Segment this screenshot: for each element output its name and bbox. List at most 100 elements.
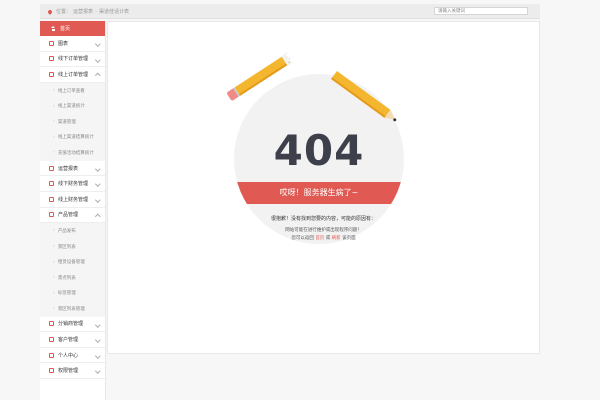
sidebar-section-label: 分销商管理	[58, 321, 84, 328]
user-icon	[49, 352, 54, 358]
sidebar-subitem-label: 景点列表	[57, 275, 76, 281]
sidebar-section-label: 客户管理	[58, 337, 79, 344]
refresh-link[interactable]: 刷新	[332, 236, 341, 241]
chevron-down-icon	[94, 41, 100, 47]
bullet-icon: ›	[53, 306, 55, 312]
sidebar-subitem-label: 景区列表管理	[57, 306, 85, 312]
home-icon	[51, 26, 56, 31]
sidebar-section-label: 运营报表	[58, 165, 79, 172]
monitor-icon	[49, 71, 54, 77]
sidebar-section-10[interactable]: 权限管理	[40, 363, 105, 380]
sidebar-section-label: 图表	[58, 40, 69, 47]
sidebar-section-label: 产品管理	[58, 212, 79, 219]
chevron-down-icon	[94, 197, 100, 203]
sidebar-subitem[interactable]: › 线上订单查看	[40, 82, 105, 99]
sidebar-section-6[interactable]: 产品管理	[40, 208, 105, 224]
permission-icon	[49, 368, 54, 374]
chevron-down-icon	[94, 56, 100, 62]
actions-suffix: 该页面	[342, 236, 356, 241]
chevron-down-icon	[94, 166, 100, 171]
sidebar-section-5[interactable]: 线上财务管理	[40, 192, 105, 208]
actions-prefix: 您可以返回	[291, 236, 314, 241]
bullet-icon: ›	[53, 259, 55, 265]
home-link[interactable]: 首页	[315, 236, 324, 241]
chevron-down-icon	[94, 321, 100, 327]
sidebar-section-7[interactable]: 分销商管理	[40, 317, 105, 333]
chevron-down-icon	[94, 337, 100, 343]
sidebar-subitem[interactable]: › 景区列表管理	[40, 301, 105, 317]
product-icon	[49, 212, 54, 218]
bullet-icon: ›	[53, 275, 55, 281]
chevron-up-icon	[94, 213, 100, 219]
bullet-icon: ›	[53, 88, 55, 94]
sidebar-subitem-label: 线上渠道结算统计	[57, 135, 94, 141]
breadcrumb-separator: ›	[95, 8, 98, 15]
sidebar-subitem[interactable]: › 线上渠道结算统计	[40, 129, 105, 146]
top-bar: 位置： 运营报表 › 渠道佳话计表	[40, 4, 540, 19]
bullet-icon: ›	[53, 134, 55, 140]
sidebar-subitem-label: 线上渠道统计	[57, 104, 85, 110]
sidebar-section-label: 个人中心	[58, 352, 79, 359]
actions-or: 或	[325, 236, 331, 241]
breadcrumb-item-current: 渠道佳话计表	[99, 9, 130, 15]
report-icon	[49, 165, 54, 171]
sidebar-subitem[interactable]: › 渠道管理	[40, 113, 105, 130]
breadcrumb-prefix: 位置：	[56, 9, 72, 15]
chart-icon	[49, 40, 54, 46]
location-pin-icon	[47, 8, 53, 15]
finance-online-icon	[49, 196, 54, 202]
bullet-icon: ›	[53, 103, 55, 109]
sidebar-section-4[interactable]: 线下财务管理	[40, 176, 105, 192]
error-code: 404	[273, 126, 365, 175]
chevron-up-icon	[94, 73, 100, 79]
bullet-icon: ›	[53, 228, 55, 234]
customer-icon	[49, 337, 54, 343]
order-icon	[49, 56, 54, 62]
sidebar-subitem[interactable]: › 充值活动结算统计	[40, 145, 105, 161]
bullet-icon: ›	[53, 244, 55, 250]
sidebar-subitem[interactable]: › 线上渠道统计	[40, 98, 105, 114]
sidebar-section-2[interactable]: 线上订单管理	[40, 67, 105, 83]
error-reason: 网站可能在进行维护或出现程序问题！	[285, 228, 362, 233]
sidebar-section-label: 线下订单管理	[58, 56, 89, 63]
sidebar-subitem[interactable]: › 租赁设备管理	[40, 254, 105, 270]
sidebar-subitem-label: 产品发布	[57, 228, 76, 234]
error-actions: 您可以返回 首页 或 刷新 该页面	[108, 235, 539, 241]
breadcrumb-item-report[interactable]: 运营报表	[73, 8, 93, 15]
chevron-down-icon	[94, 353, 100, 359]
sidebar-menu: 图表 线下订单管理 线上订单管理 › 线上订单查看 › 线上渠道统计 › 渠道管理 › 线上渠道结算…	[40, 36, 105, 380]
sidebar-subitem-label: 标签管理	[57, 291, 76, 297]
sidebar: 首页 图表 线下订单管理 线上订单管理 › 线上订单查看 › 线上渠道统计 › 渠道管理 › 线上渠…	[40, 21, 106, 400]
sidebar-section-9[interactable]: 个人中心	[40, 348, 105, 364]
sidebar-item-home[interactable]: 首页	[40, 21, 105, 36]
distributor-icon	[49, 321, 54, 327]
error-message: 很抱歉！没有找到您要的内容，可能的原因有：	[270, 216, 376, 222]
sidebar-subitem[interactable]: › 景区列表	[40, 238, 105, 255]
bullet-icon: ›	[53, 150, 55, 156]
sidebar-subitem[interactable]: › 标签管理	[40, 285, 105, 302]
sidebar-subitem[interactable]: › 景点列表	[40, 269, 105, 286]
sidebar-section-label: 线下财务管理	[58, 181, 89, 188]
sidebar-subitem-label: 景区列表	[57, 244, 76, 250]
chevron-down-icon	[94, 368, 100, 374]
sidebar-section-label: 线上订单管理	[58, 71, 89, 78]
sidebar-section-1[interactable]: 线下订单管理	[40, 52, 105, 68]
sidebar-section-label: 权限管理	[58, 368, 79, 375]
search-input[interactable]	[434, 7, 528, 15]
sidebar-subitem-label: 租赁设备管理	[57, 260, 85, 266]
sidebar-subitem-label: 充值活动结算统计	[57, 150, 94, 156]
sidebar-section-label: 线上财务管理	[58, 196, 89, 203]
chevron-down-icon	[94, 181, 100, 187]
sidebar-section-3[interactable]: 运营报表	[40, 161, 105, 177]
main-content: 404 哎呀！服务器生病了~ 很抱歉！没有找到您要的内容，可能的原因有： 网站可…	[107, 21, 540, 354]
sidebar-section-0[interactable]: 图表	[40, 36, 105, 52]
breadcrumb: 位置： 运营报表 › 渠道佳话计表	[47, 8, 130, 15]
sidebar-subitem-label: 渠道管理	[57, 119, 76, 125]
sidebar-subitem[interactable]: › 产品发布	[40, 223, 105, 239]
finance-icon	[49, 181, 54, 187]
sidebar-section-8[interactable]: 客户管理	[40, 332, 105, 348]
sidebar-subitem-label: 线上订单查看	[57, 88, 85, 94]
bullet-icon: ›	[53, 290, 55, 296]
sidebar-item-label: 首页	[60, 26, 71, 32]
error-ribbon: 哎呀！服务器生病了~	[234, 182, 404, 204]
